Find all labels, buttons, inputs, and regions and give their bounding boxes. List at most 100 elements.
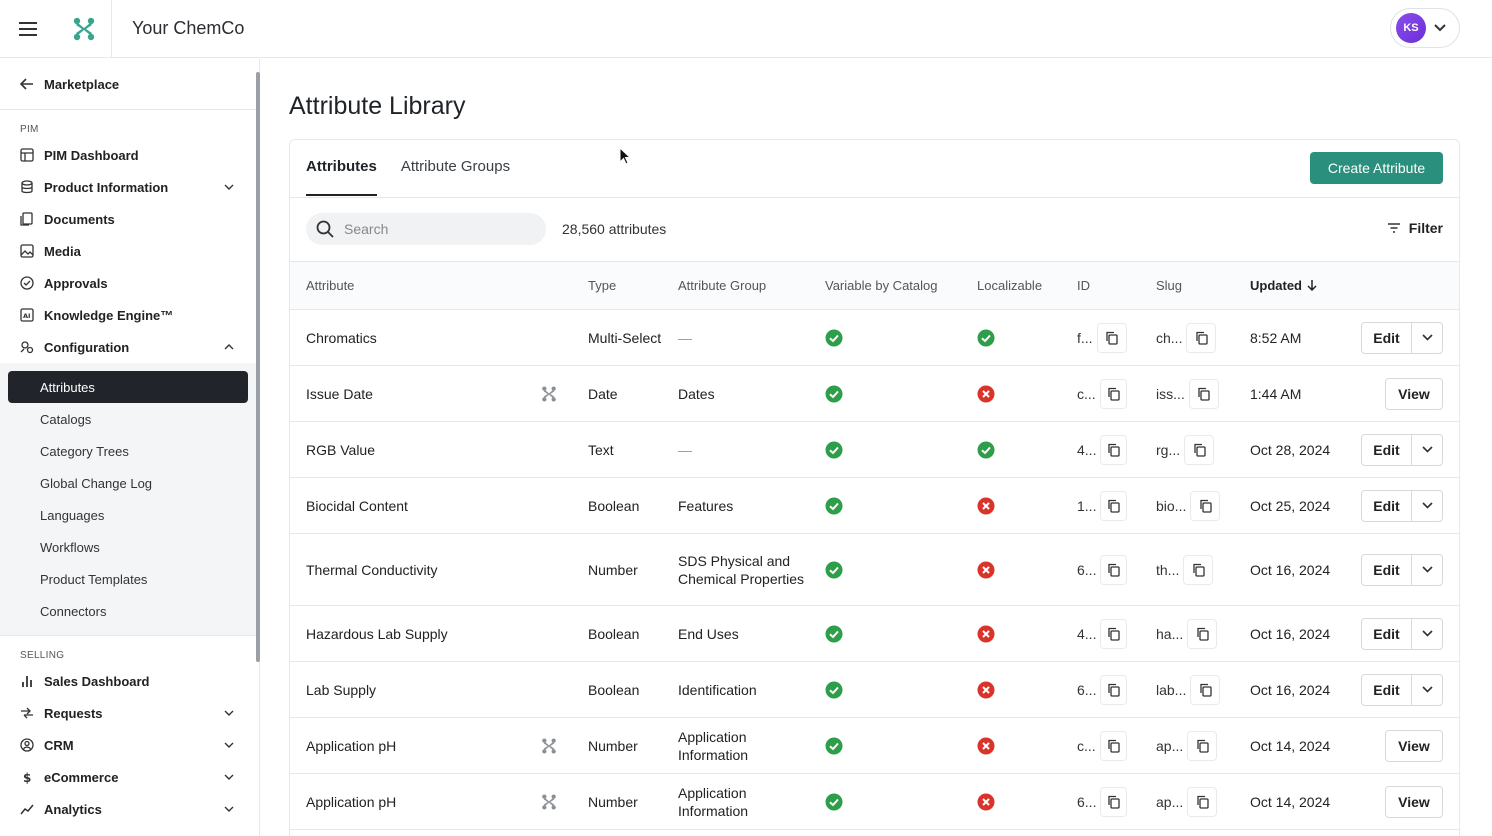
copy-id-button[interactable] (1100, 554, 1127, 585)
table-row[interactable]: Hazardous Lab Supply Boolean End Uses 4... h… (290, 606, 1459, 662)
sidebar-subitem-connectors[interactable]: Connectors (0, 595, 256, 627)
column-header-updated[interactable]: Updated (1250, 278, 1318, 293)
sidebar-item-configuration[interactable]: Configuration (0, 331, 256, 363)
edit-button[interactable]: Edit (1362, 490, 1412, 521)
copy-slug-button[interactable] (1190, 674, 1221, 705)
table-row[interactable]: Lab Supply Boolean Identification 6... lab..… (290, 662, 1459, 718)
sidebar-item-knowledge-engine[interactable]: AI Knowledge Engine™ (0, 299, 256, 331)
copy-icon (1108, 499, 1120, 513)
copy-slug-button[interactable] (1186, 322, 1217, 353)
column-header-attribute[interactable]: Attribute (306, 278, 354, 293)
external-source-badge (541, 774, 557, 829)
column-header-slug[interactable]: Slug (1156, 278, 1182, 293)
id-value: 1... (1077, 497, 1097, 514)
table-row[interactable]: Issue Date Date Dates c... iss... 1:44 AM View (290, 366, 1459, 422)
view-button[interactable]: View (1385, 785, 1443, 818)
copy-id-button[interactable] (1100, 490, 1127, 521)
sidebar-item-label: Media (44, 243, 81, 259)
sidebar-subitem-product-templates[interactable]: Product Templates (0, 563, 256, 595)
cell-attribute[interactable]: Application pH (306, 718, 396, 773)
more-actions-button[interactable] (1412, 619, 1442, 649)
cell-attribute[interactable]: Issue Date (306, 366, 373, 421)
edit-button[interactable]: Edit (1362, 674, 1412, 705)
cell-attribute[interactable]: Application pH (306, 774, 396, 829)
create-attribute-button[interactable]: Create Attribute (1310, 152, 1443, 184)
column-header-variable-by-catalog[interactable]: Variable by Catalog (825, 278, 938, 293)
edit-button[interactable]: Edit (1362, 322, 1412, 353)
tab-attribute-groups[interactable]: Attribute Groups (401, 158, 510, 196)
sidebar-item-requests[interactable]: Requests (0, 697, 256, 729)
copy-icon (1108, 795, 1120, 809)
more-actions-button[interactable] (1412, 555, 1442, 585)
sidebar-item-sales-dashboard[interactable]: Sales Dashboard (0, 665, 256, 697)
sidebar-item-analytics[interactable]: Analytics (0, 793, 256, 825)
view-button[interactable]: View (1385, 377, 1443, 410)
hamburger-menu-icon[interactable] (0, 0, 56, 58)
table-row[interactable]: RGB Value Text — 4... rg... Oct 28, 2024 Edit (290, 422, 1459, 478)
chevron-up-icon (224, 344, 234, 350)
copy-id-button[interactable] (1100, 786, 1127, 817)
sidebar-scrollbar[interactable] (256, 72, 260, 662)
sidebar-subitem-catalogs[interactable]: Catalogs (0, 403, 256, 435)
sidebar-subitem-category-trees[interactable]: Category Trees (0, 435, 256, 467)
copy-id-button[interactable] (1100, 618, 1127, 649)
cell-variable-by-catalog (825, 366, 843, 421)
logo[interactable] (56, 0, 112, 58)
more-actions-button[interactable] (1412, 435, 1442, 465)
edit-button[interactable]: Edit (1362, 434, 1412, 465)
more-actions-button[interactable] (1412, 323, 1442, 353)
column-header-localizable[interactable]: Localizable (977, 278, 1042, 293)
column-header-attribute-group[interactable]: Attribute Group (678, 278, 766, 293)
edit-button[interactable]: Edit (1362, 618, 1412, 649)
copy-slug-button[interactable] (1187, 618, 1218, 649)
cell-attribute[interactable]: Lab Supply (306, 662, 376, 717)
copy-id-button[interactable] (1099, 378, 1127, 409)
filter-button[interactable]: Filter (1387, 220, 1443, 236)
table-row[interactable]: Thermal Conductivity Number SDS Physical a… (290, 534, 1459, 606)
table-row[interactable]: Biocidal Content Boolean Features 1... bio..… (290, 478, 1459, 534)
sidebar-subitem-attributes[interactable]: Attributes (8, 371, 248, 403)
view-button[interactable]: View (1385, 729, 1443, 762)
cell-id: c... (1077, 366, 1127, 421)
sidebar-item-product-information[interactable]: Product Information (0, 171, 256, 203)
sidebar-item-crm[interactable]: CRM (0, 729, 256, 761)
cell-attribute[interactable]: Chromatics (306, 310, 377, 365)
copy-id-button[interactable] (1099, 730, 1127, 761)
column-header-type[interactable]: Type (588, 278, 616, 293)
tab-attributes[interactable]: Attributes (306, 158, 377, 196)
more-actions-button[interactable] (1412, 491, 1442, 521)
copy-id-button[interactable] (1100, 674, 1127, 705)
cell-attribute[interactable]: Biocidal Content (306, 478, 408, 533)
cell-attribute[interactable]: Hazardous Lab Supply (306, 606, 448, 661)
copy-slug-button[interactable] (1190, 490, 1221, 521)
sidebar-item-media[interactable]: Media (0, 235, 256, 267)
cell-attribute[interactable]: Thermal Conductivity (306, 534, 438, 605)
search-box[interactable] (306, 213, 546, 245)
copy-slug-button[interactable] (1187, 786, 1218, 817)
sidebar-item-documents[interactable]: Documents (0, 203, 256, 235)
edit-button[interactable]: Edit (1362, 554, 1412, 585)
table-row[interactable]: Application pH Number Application Informat… (290, 774, 1459, 830)
sidebar-item-approvals[interactable]: Approvals (0, 267, 256, 299)
copy-slug-button[interactable] (1184, 434, 1215, 465)
copy-id-button[interactable] (1096, 322, 1127, 353)
sidebar-item-ecommerce[interactable]: $ eCommerce (0, 761, 256, 793)
copy-slug-button[interactable] (1183, 554, 1214, 585)
sidebar-subitem-languages[interactable]: Languages (0, 499, 256, 531)
more-actions-button[interactable] (1412, 675, 1442, 705)
search-input[interactable] (344, 221, 524, 237)
column-header-id[interactable]: ID (1077, 278, 1090, 293)
sidebar-subitem-global-change-log[interactable]: Global Change Log (0, 467, 256, 499)
user-menu[interactable]: KS (1390, 8, 1460, 48)
sidebar-item-pim-dashboard[interactable]: PIM Dashboard (0, 139, 256, 171)
cell-attribute[interactable]: RGB Value (306, 422, 375, 477)
copy-slug-button[interactable] (1188, 378, 1219, 409)
arrow-left-icon (20, 78, 33, 90)
copy-id-button[interactable] (1100, 434, 1127, 465)
sidebar-subitem-workflows[interactable]: Workflows (0, 531, 256, 563)
table-row[interactable]: Application pH Number Application Informat… (290, 718, 1459, 774)
table-row[interactable]: Chromatics Multi-Select — f... ch... 8:52 AM E… (290, 310, 1459, 366)
check-icon (977, 441, 995, 458)
copy-slug-button[interactable] (1187, 730, 1218, 761)
back-to-marketplace-link[interactable]: Marketplace (0, 59, 256, 110)
